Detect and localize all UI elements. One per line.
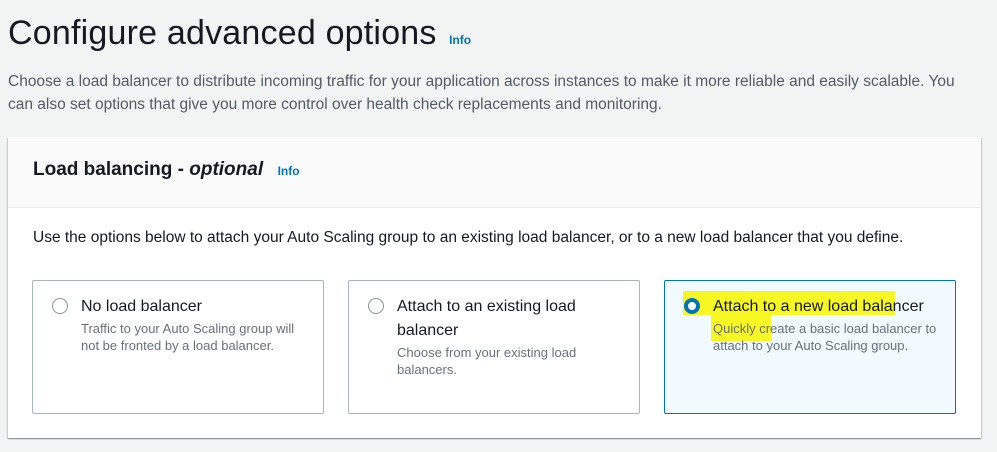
load-balancing-description: Use the options below to attach your Aut… xyxy=(33,229,904,246)
container-title-text: Load balancing - xyxy=(33,159,190,180)
container-title: Load balancing - optional xyxy=(33,159,263,180)
container-header: Load balancing - optional Info xyxy=(8,137,981,208)
tile-description: Quickly create a basic load balancer to … xyxy=(713,321,937,353)
page-info-link[interactable]: Info xyxy=(449,33,471,47)
tile-label: Attach to a new load balancer xyxy=(713,298,924,315)
container-body: Use the options below to attach your Aut… xyxy=(8,208,981,249)
radio-existing-load-balancer[interactable] xyxy=(368,298,384,314)
tile-description: Traffic to your Auto Scaling group will … xyxy=(81,321,295,353)
load-balancer-tiles: No load balancer Traffic to your Auto Sc… xyxy=(32,280,957,414)
tile-no-load-balancer[interactable]: No load balancer Traffic to your Auto Sc… xyxy=(32,280,324,414)
load-balancing-container: Load balancing - optional Info Use the o… xyxy=(8,137,981,438)
tile-label: Attach to an existing load balancer xyxy=(397,298,576,339)
tile-new-load-balancer[interactable]: Attach to a new load balancer Quickly cr… xyxy=(664,280,956,414)
page-header: Configure advanced options Info xyxy=(8,14,471,53)
page-title: Configure advanced options xyxy=(8,14,437,52)
radio-new-load-balancer[interactable] xyxy=(684,298,700,314)
tile-existing-load-balancer[interactable]: Attach to an existing load balancer Choo… xyxy=(348,280,640,414)
container-title-optional: optional xyxy=(189,159,264,180)
tile-label: No load balancer xyxy=(81,298,202,315)
load-balancing-info-link[interactable]: Info xyxy=(278,164,300,178)
radio-no-load-balancer[interactable] xyxy=(52,298,68,314)
page-description: Choose a load balancer to distribute inc… xyxy=(8,73,955,113)
tile-description: Choose from your existing load balancers… xyxy=(397,345,577,377)
